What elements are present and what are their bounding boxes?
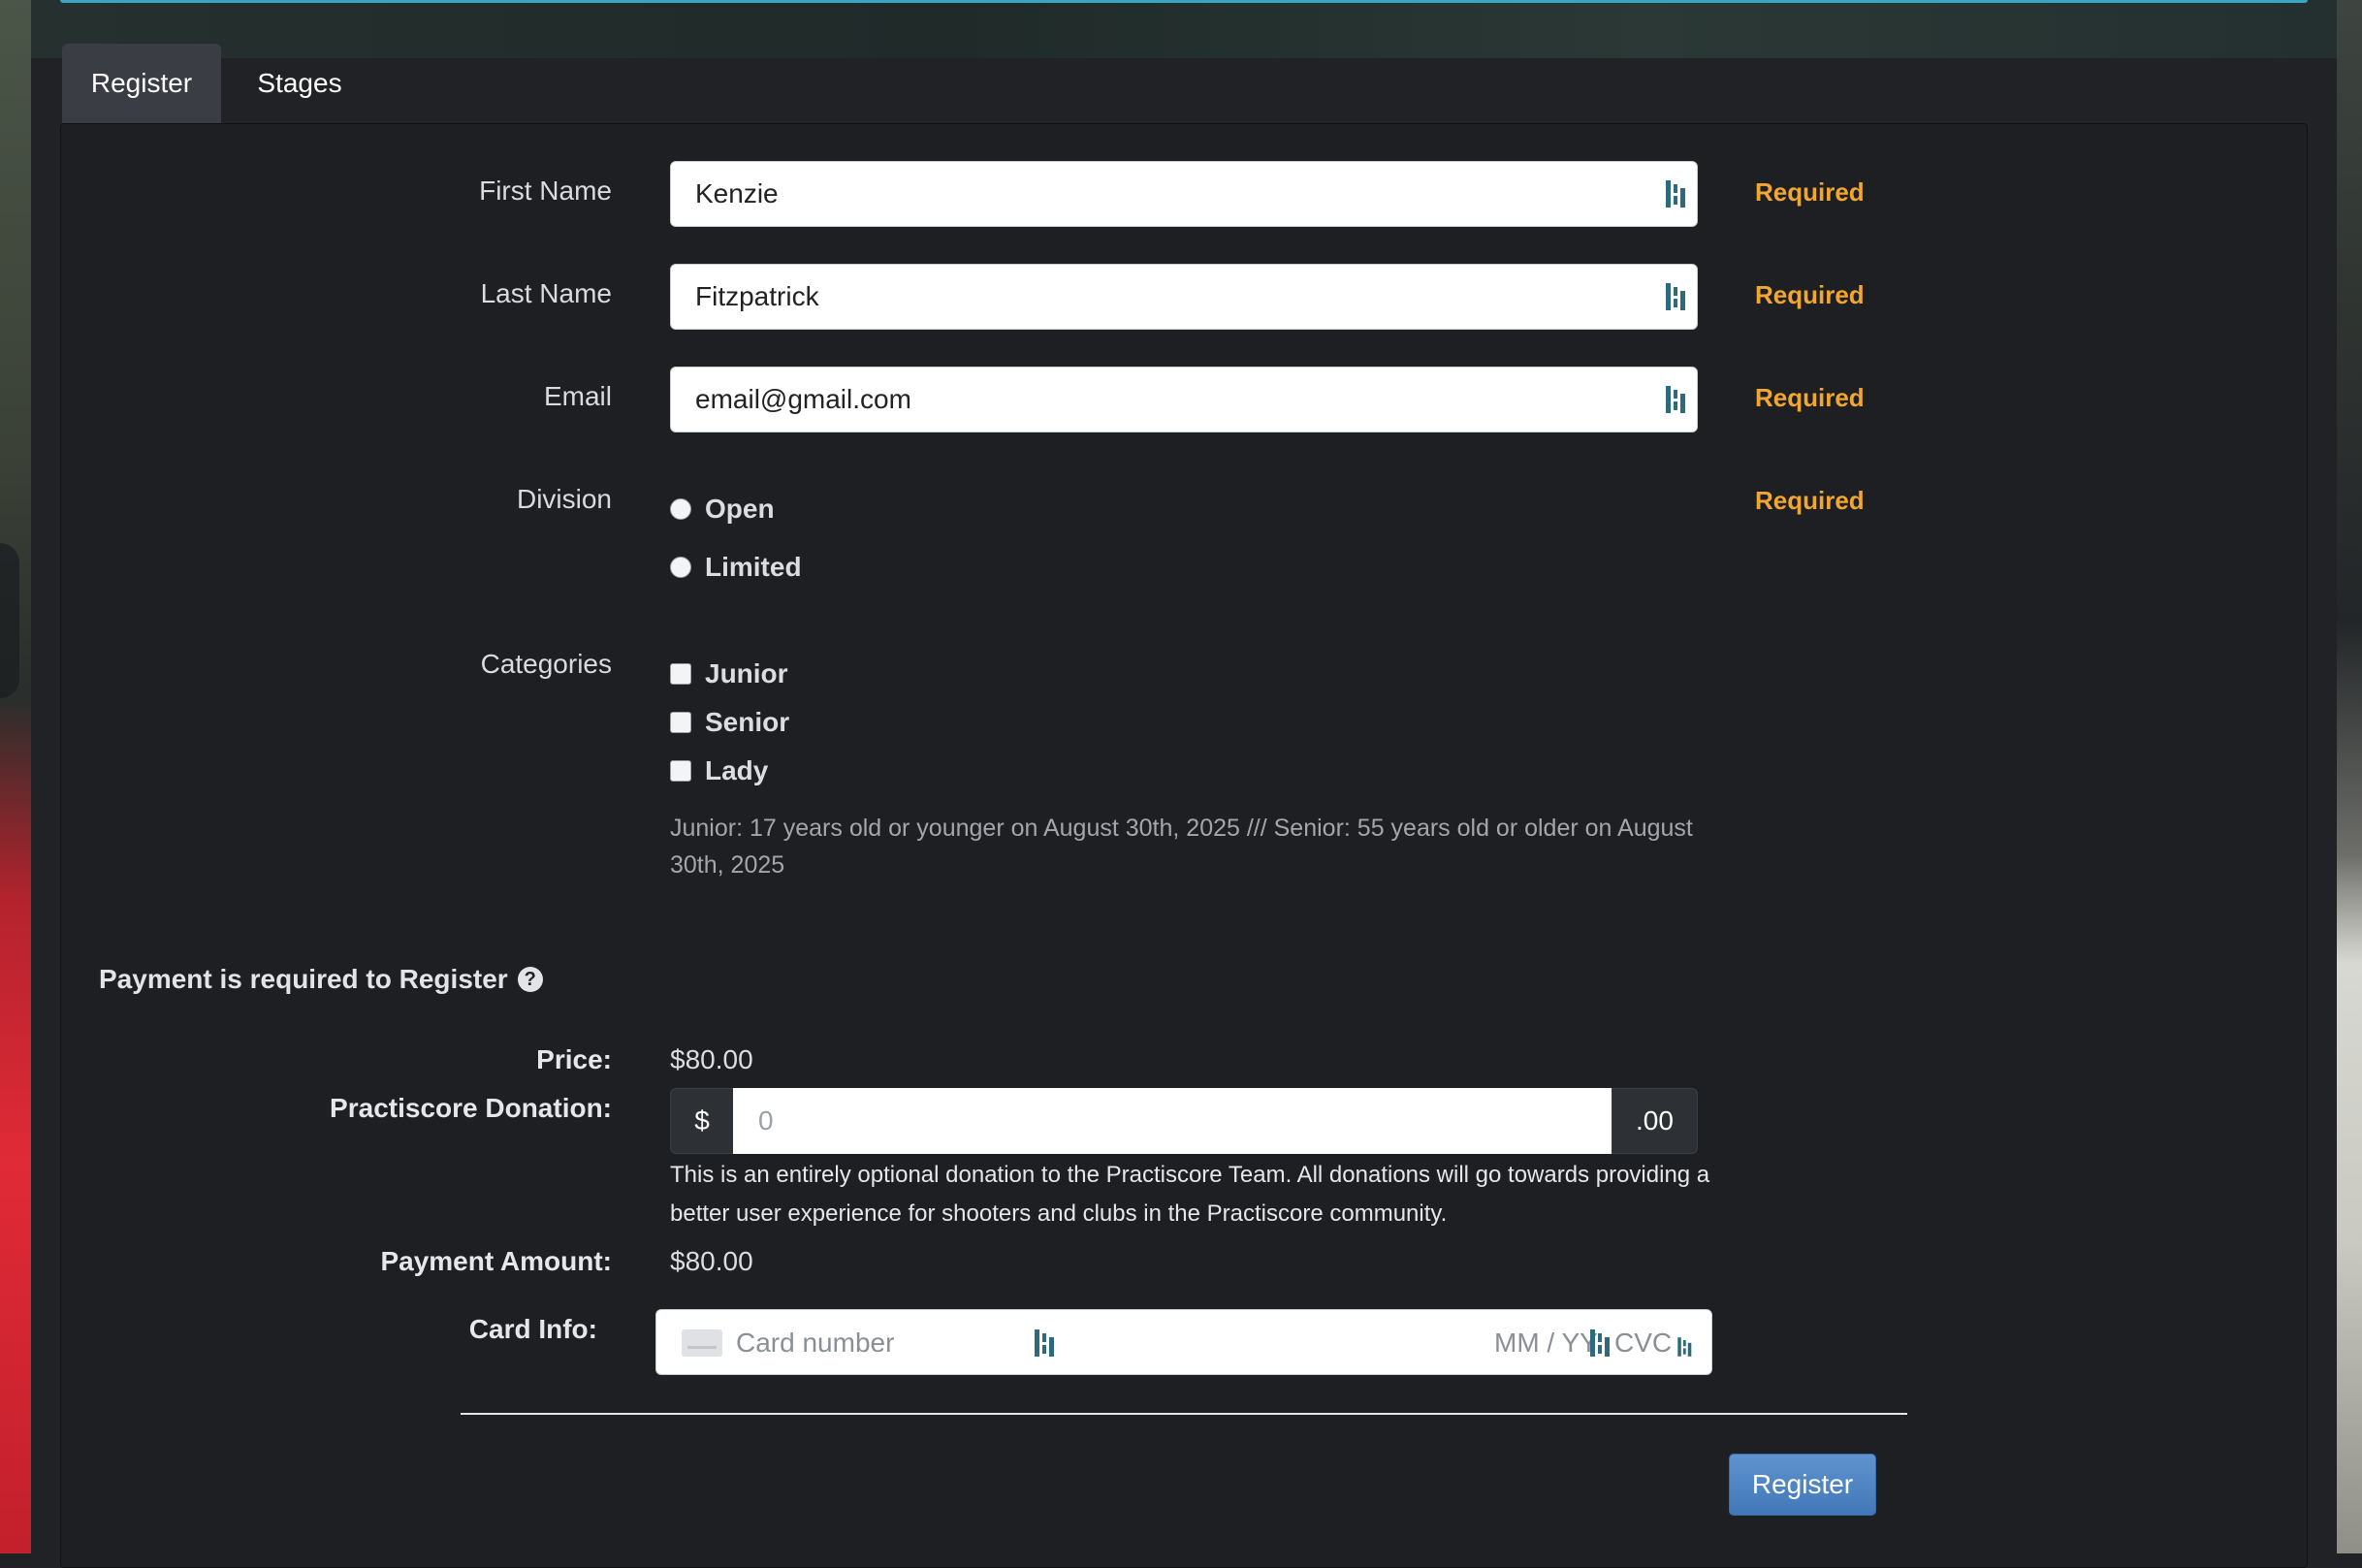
last-name-label: Last Name <box>480 278 612 308</box>
radio-button[interactable] <box>670 557 691 578</box>
price-value: $80.00 <box>670 1044 753 1074</box>
donation-label: Practiscore Donation: <box>330 1093 612 1123</box>
header-accent-line <box>60 0 2308 3</box>
card-cvc-input[interactable]: CVC <box>1611 1328 1673 1359</box>
division-required-badge: Required <box>1755 486 1865 515</box>
donation-note: This is an entirely optional donation to… <box>670 1162 1710 1227</box>
first-name-label: First Name <box>479 176 612 206</box>
division-option-open[interactable]: Open <box>670 494 775 525</box>
category-option-lady[interactable]: Lady <box>670 755 768 786</box>
question-circle-icon[interactable]: ? <box>517 967 543 992</box>
donation-prefix: $ <box>670 1088 734 1154</box>
email-required-badge: Required <box>1755 383 1865 412</box>
credit-card-icon <box>682 1329 722 1357</box>
register-button[interactable]: Register <box>1729 1454 1876 1516</box>
category-option-label: Junior <box>705 658 788 688</box>
radio-button[interactable] <box>670 498 691 520</box>
payment-heading: Payment is required to Register ? <box>99 964 543 995</box>
email-label: Email <box>543 381 612 411</box>
checkbox[interactable] <box>670 760 691 782</box>
category-option-label: Senior <box>705 707 790 737</box>
category-option-junior[interactable]: Junior <box>670 658 788 689</box>
division-label: Division <box>516 484 612 514</box>
categories-help-text: Junior: 17 years old or younger on Augus… <box>670 815 1693 879</box>
password-manager-icon[interactable] <box>1666 283 1687 310</box>
payment-amount-label: Payment Amount: <box>380 1246 612 1276</box>
checkbox[interactable] <box>670 663 691 685</box>
checkbox[interactable] <box>670 712 691 733</box>
password-manager-icon[interactable] <box>1666 386 1687 413</box>
last-name-required-badge: Required <box>1755 280 1865 309</box>
card-expiry-input[interactable]: MM / YY <box>1494 1328 1598 1359</box>
first-name-field[interactable] <box>670 161 1698 227</box>
background-left-photo <box>0 0 31 1553</box>
tab-register[interactable]: Register <box>62 44 221 123</box>
division-option-label: Limited <box>705 552 802 582</box>
division-option-limited[interactable]: Limited <box>670 552 802 583</box>
last-name-field[interactable] <box>670 264 1698 330</box>
password-manager-icon[interactable] <box>1666 180 1687 208</box>
card-number-input[interactable]: Card number <box>736 1328 894 1359</box>
price-label: Price: <box>536 1044 612 1074</box>
categories-label: Categories <box>480 649 612 679</box>
password-manager-icon[interactable] <box>1677 1337 1692 1357</box>
payment-amount-value: $80.00 <box>670 1246 753 1276</box>
password-manager-icon[interactable] <box>1035 1329 1056 1357</box>
password-manager-icon[interactable] <box>1590 1329 1612 1357</box>
category-option-label: Lady <box>705 755 769 785</box>
first-name-required-badge: Required <box>1755 177 1865 207</box>
card-info-field[interactable]: Card number MM / YY CVC <box>655 1309 1712 1375</box>
category-option-senior[interactable]: Senior <box>670 707 789 738</box>
background-right-photo <box>2337 0 2362 1553</box>
donation-suffix: .00 <box>1612 1088 1698 1154</box>
header-background <box>31 0 2337 58</box>
payment-heading-text: Payment is required to Register <box>99 964 508 994</box>
tab-stages[interactable]: Stages <box>238 44 362 123</box>
division-option-label: Open <box>705 494 775 524</box>
email-field[interactable] <box>670 367 1698 432</box>
card-info-label: Card Info: <box>468 1314 597 1344</box>
form-divider <box>461 1413 1907 1415</box>
donation-input[interactable] <box>733 1088 1612 1154</box>
